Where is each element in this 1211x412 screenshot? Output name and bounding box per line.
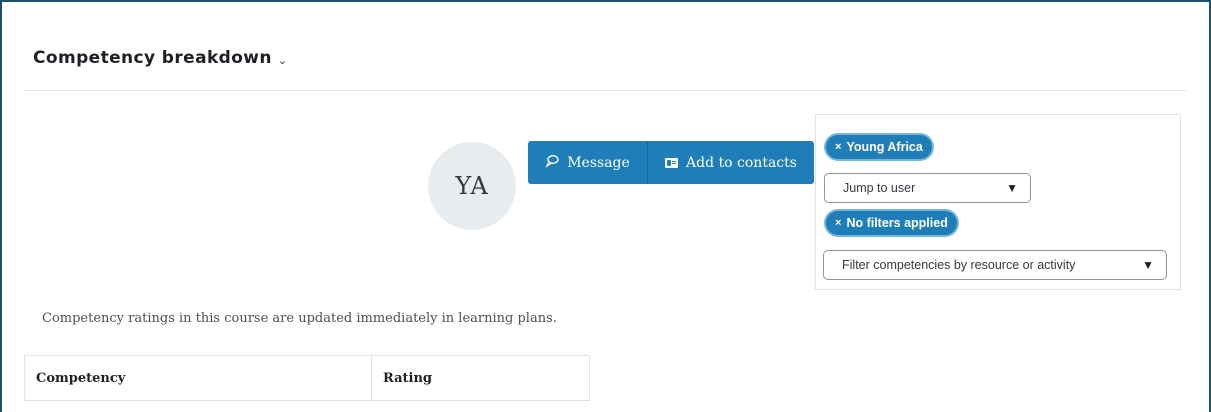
address-card-icon bbox=[665, 157, 679, 168]
jump-to-user-select[interactable]: Jump to user ▼ bbox=[824, 173, 1031, 203]
activity-filter-select[interactable]: Filter competencies by resource or activ… bbox=[823, 250, 1167, 280]
column-header-rating[interactable]: Rating bbox=[372, 356, 589, 400]
jump-to-user-placeholder: Jump to user bbox=[843, 181, 916, 195]
page-title-text: Competency breakdown bbox=[33, 48, 272, 68]
avatar[interactable]: YA bbox=[428, 142, 516, 230]
message-label: Message bbox=[567, 154, 630, 171]
competency-table: Competency Rating bbox=[24, 355, 590, 401]
column-header-competency[interactable]: Competency bbox=[25, 356, 372, 400]
header-divider bbox=[24, 90, 1187, 91]
chevron-down-icon[interactable]: ⌄ bbox=[278, 54, 288, 67]
user-actions: Message Add to contacts bbox=[528, 141, 814, 184]
remove-icon[interactable]: × bbox=[835, 217, 841, 229]
activity-filter-badge-label: No filters applied bbox=[846, 216, 948, 230]
add-to-contacts-button[interactable]: Add to contacts bbox=[648, 141, 814, 184]
ratings-notice: Competency ratings in this course are up… bbox=[42, 311, 557, 326]
user-filter-badge[interactable]: × Young Africa bbox=[826, 135, 932, 159]
page-title[interactable]: Competency breakdown ⌄ bbox=[33, 48, 288, 68]
avatar-initials: YA bbox=[455, 172, 489, 200]
dropdown-arrow-icon: ▼ bbox=[1006, 181, 1018, 195]
remove-icon[interactable]: × bbox=[835, 141, 841, 153]
filter-panel: × Young Africa Jump to user ▼ × No filte… bbox=[815, 114, 1181, 290]
speech-bubble-icon bbox=[545, 154, 559, 172]
activity-filter-placeholder: Filter competencies by resource or activ… bbox=[842, 258, 1076, 272]
user-filter-badge-label: Young Africa bbox=[846, 140, 923, 154]
message-button[interactable]: Message bbox=[528, 141, 648, 184]
dropdown-arrow-icon: ▼ bbox=[1142, 258, 1154, 272]
activity-filter-badge[interactable]: × No filters applied bbox=[826, 211, 957, 235]
add-to-contacts-label: Add to contacts bbox=[686, 154, 797, 171]
